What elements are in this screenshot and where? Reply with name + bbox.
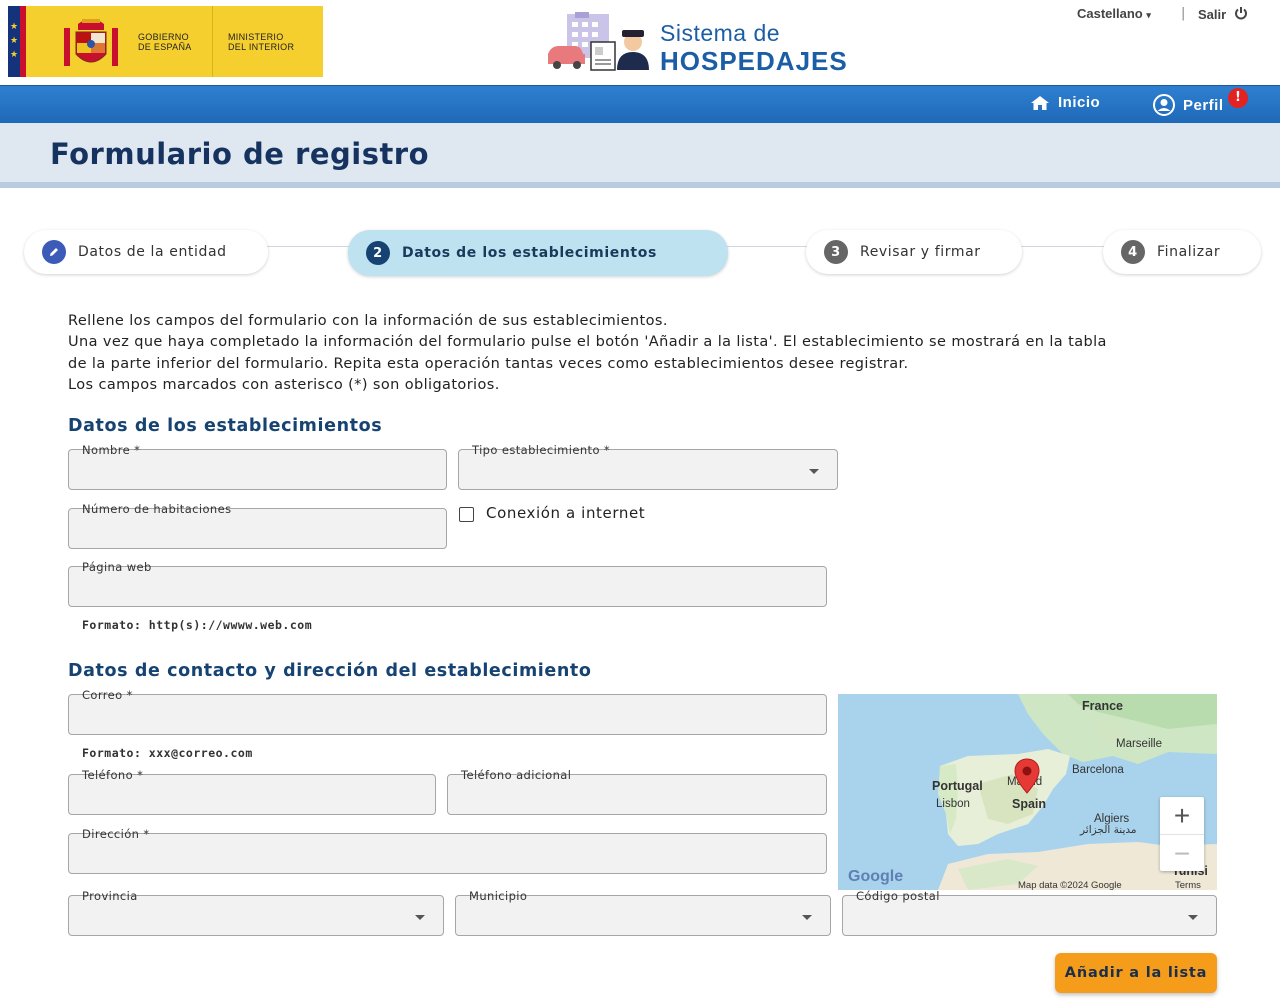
step-label: Revisar y firmar <box>860 244 981 260</box>
header-separator: | <box>1181 6 1186 21</box>
nav-profile[interactable]: Perfil <box>1153 94 1224 116</box>
government-logo: ★ ★ ★ GOBIERNO DE ESPAÑA MINISTERIO DEL INTE… <box>8 6 323 77</box>
dropdown-arrow-icon <box>1188 915 1198 920</box>
step-number: 2 <box>366 241 390 265</box>
page-title: Formulario de registro <box>50 137 430 171</box>
field-label: Número de habitaciones <box>77 503 237 515</box>
dropdown-arrow-icon <box>415 915 425 920</box>
internet-checkbox[interactable] <box>459 507 474 522</box>
field-label: Correo * <box>77 689 138 701</box>
address-field[interactable]: Dirección * <box>68 828 827 874</box>
field-label: Teléfono adicional <box>456 769 577 781</box>
map-attribution: Map data ©2024 Google <box>1018 880 1122 890</box>
map-label-algiers-arabic: مدينة الجزائر <box>1080 824 1137 836</box>
map-label-portugal: Portugal <box>932 779 983 793</box>
step-number: 3 <box>824 240 848 264</box>
establishment-section-title: Datos de los establecimientos <box>68 416 383 436</box>
government-text: GOBIERNO DE ESPAÑA <box>138 32 192 52</box>
email-field[interactable]: Correo * <box>68 689 827 735</box>
phone-field[interactable]: Teléfono * <box>68 769 436 815</box>
map-pin-icon[interactable] <box>1014 758 1040 794</box>
map-label-barcelona: Barcelona <box>1072 764 1124 776</box>
website-format-hint: Formato: http(s)://wwww.web.com <box>82 618 313 632</box>
map-label-marseille: Marseille <box>1116 738 1163 750</box>
power-icon <box>1234 7 1247 20</box>
dropdown-arrow-icon <box>809 469 819 474</box>
map-label-spain: Spain <box>1012 797 1047 811</box>
logout-button[interactable]: Salir <box>1198 6 1248 22</box>
postal-code-select[interactable]: Código postal <box>842 890 1217 936</box>
map-label-lisbon: Lisbon <box>936 798 970 810</box>
field-label: Teléfono * <box>77 769 149 781</box>
spain-flag-icon: ★ ★ ★ <box>8 6 43 77</box>
step-establishments-data[interactable]: 2 Datos de los establecimientos <box>348 230 728 276</box>
field-label: Código postal <box>851 890 945 902</box>
field-label: Provincia <box>77 890 143 902</box>
step-label: Datos de la entidad <box>78 244 227 260</box>
language-selector[interactable]: Castellano ▾ <box>1077 6 1151 21</box>
internet-checkbox-label[interactable]: Conexión a internet <box>486 504 645 522</box>
additional-phone-field[interactable]: Teléfono adicional <box>447 769 827 815</box>
step-finish[interactable]: 4 Finalizar <box>1103 230 1261 274</box>
intro-text: Rellene los campos del formulario con la… <box>68 313 1107 393</box>
email-format-hint: Formato: xxx@correo.com <box>82 746 253 760</box>
step-label: Datos de los establecimientos <box>402 245 657 261</box>
step-number: 4 <box>1121 240 1145 264</box>
nav-home[interactable]: Inicio <box>1030 94 1100 111</box>
google-logo: Google <box>848 868 904 885</box>
app-brand[interactable]: Sistema de HOSPEDAJES <box>545 12 885 78</box>
rooms-field[interactable]: Número de habitaciones <box>68 503 447 549</box>
chevron-down-icon: ▾ <box>1146 10 1151 20</box>
field-label: Dirección * <box>77 828 155 840</box>
step-review-sign[interactable]: 3 Revisar y firmar <box>806 230 1022 274</box>
province-select[interactable]: Provincia <box>68 890 444 936</box>
establishment-type-select[interactable]: Tipo establecimiento * <box>458 444 838 490</box>
pencil-icon <box>42 240 66 264</box>
user-icon <box>1153 94 1175 116</box>
dropdown-arrow-icon <box>802 915 812 920</box>
field-label: Nombre * <box>77 444 146 456</box>
location-map[interactable]: France Marseille Barcelona Portugal Lisb… <box>838 694 1217 890</box>
municipality-select[interactable]: Municipio <box>455 890 831 936</box>
field-label: Municipio <box>464 890 533 902</box>
brand-title-line1: Sistema de <box>660 20 781 46</box>
field-label: Página web <box>77 561 157 573</box>
coat-of-arms-icon <box>64 19 118 66</box>
notification-badge[interactable]: ! <box>1228 88 1248 108</box>
home-icon <box>1031 95 1049 110</box>
map-zoom-controls: + − <box>1160 797 1204 871</box>
hospedajes-logo-icon <box>548 12 649 71</box>
step-label: Finalizar <box>1157 244 1221 260</box>
add-to-list-button[interactable]: Añadir a la lista <box>1055 953 1217 993</box>
zoom-out-button[interactable]: − <box>1160 834 1204 872</box>
website-field[interactable]: Página web <box>68 561 827 607</box>
map-label-france: France <box>1082 699 1123 713</box>
step-entity-data[interactable]: Datos de la entidad <box>24 230 268 274</box>
name-field[interactable]: Nombre * <box>68 444 447 490</box>
field-label: Tipo establecimiento * <box>467 444 616 456</box>
contact-section-title: Datos de contacto y dirección del establ… <box>68 661 592 681</box>
zoom-in-button[interactable]: + <box>1160 797 1204 834</box>
ministry-text: MINISTERIO DEL INTERIOR <box>228 32 295 52</box>
map-terms-link[interactable]: Terms <box>1175 880 1201 890</box>
brand-title-line2: HOSPEDAJES <box>660 46 848 76</box>
main-navbar: Inicio Perfil <box>0 85 1280 124</box>
